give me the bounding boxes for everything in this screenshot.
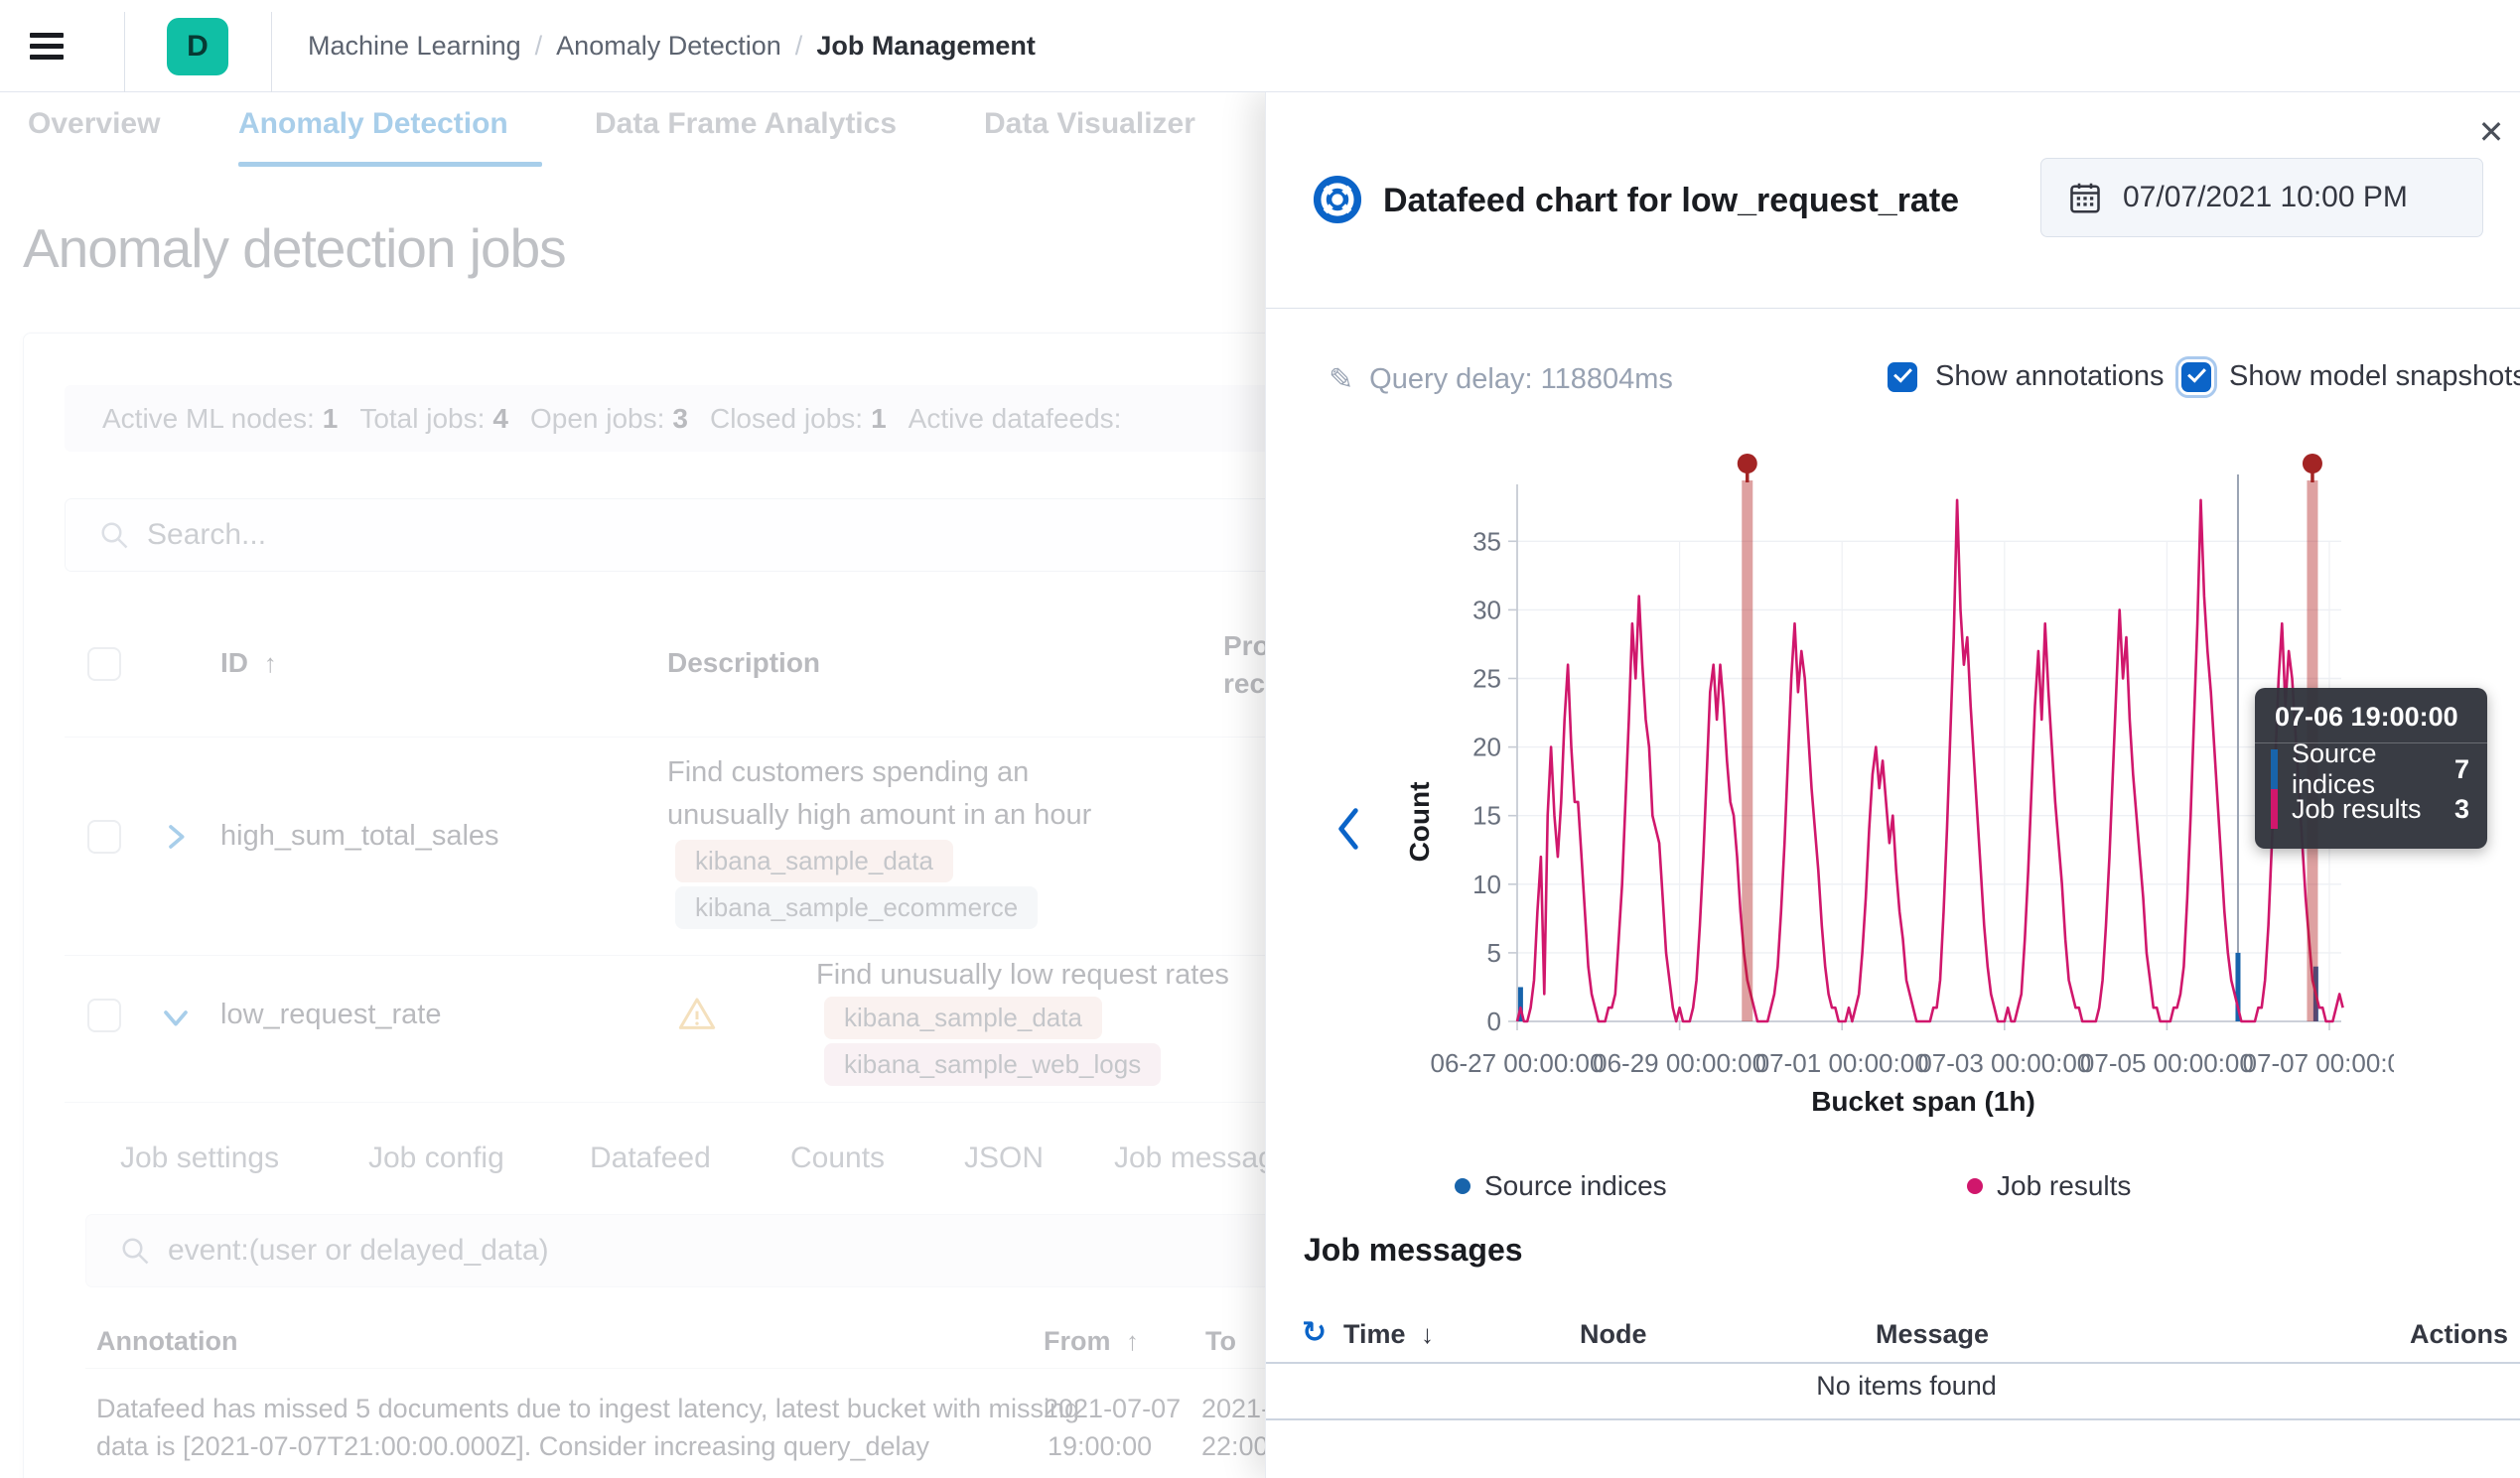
svg-text:30: 30: [1472, 595, 1501, 624]
job-messages-heading: Job messages: [1304, 1232, 1523, 1269]
tooltip-series-label: Source indices: [2292, 739, 2454, 800]
chart-tooltip: 07-06 19:00:00 Source indices 7 Job resu…: [2255, 688, 2487, 849]
tooltip-timestamp: 07-06 19:00:00: [2255, 688, 2487, 742]
tooltip-series-label: Job results: [2292, 794, 2454, 825]
checkbox-label: Show model snapshots: [2229, 360, 2520, 393]
svg-text:07-07 00:00:00: 07-07 00:00:00: [2243, 1048, 2394, 1078]
table-divider: [1266, 1362, 2520, 1364]
checkbox-label: Show annotations: [1935, 360, 2165, 393]
tooltip-series-value: 7: [2454, 754, 2469, 785]
tooltip-row: Source indices 7: [2255, 749, 2487, 789]
calendar-icon: [2067, 180, 2103, 215]
legend-label: Source indices: [1484, 1170, 1667, 1202]
breadcrumb-separator: /: [795, 31, 803, 62]
svg-text:15: 15: [1472, 801, 1501, 831]
breadcrumb: Machine Learning / Anomaly Detection / J…: [308, 0, 1036, 92]
legend-source-indices[interactable]: Source indices: [1455, 1170, 1667, 1202]
header-divider: [124, 12, 125, 92]
menu-icon[interactable]: [30, 33, 64, 61]
svg-text:07-03 00:00:00: 07-03 00:00:00: [1917, 1048, 2091, 1078]
datafeed-chart-flyout: ✕ Datafeed chart for low_request_rate 07…: [1265, 92, 2520, 1478]
svg-text:35: 35: [1472, 526, 1501, 556]
datafeed-chart[interactable]: 0 5 10 15 20 25 30 35 06-27 00:00:0006-29 00:00:…: [1391, 445, 2394, 1120]
table-divider: [1266, 1418, 2520, 1420]
legend-job-results[interactable]: Job results: [1967, 1170, 2131, 1202]
column-header-message: Message: [1876, 1319, 1989, 1350]
tooltip-series-value: 3: [2454, 794, 2469, 825]
svg-text:5: 5: [1487, 938, 1501, 968]
refresh-icon[interactable]: ↻: [1302, 1315, 1327, 1350]
date-picker-button[interactable]: 07/07/2021 10:00 PM: [2040, 158, 2483, 237]
legend-dot: [1967, 1178, 1983, 1194]
legend-label: Job results: [1997, 1170, 2131, 1202]
svg-text:Bucket span (1h): Bucket span (1h): [1811, 1086, 2035, 1117]
show-model-snapshots-checkbox[interactable]: Show model snapshots: [2181, 360, 2520, 393]
series-swatch: [2271, 749, 2278, 789]
space-avatar[interactable]: D: [167, 18, 228, 75]
no-items-found-text: No items found: [1304, 1371, 2509, 1402]
tooltip-row: Job results 3: [2255, 789, 2487, 829]
breadcrumb-machine-learning[interactable]: Machine Learning: [308, 31, 521, 62]
breadcrumb-anomaly-detection[interactable]: Anomaly Detection: [556, 31, 781, 62]
checkbox-checked-icon[interactable]: [2181, 362, 2211, 392]
close-icon[interactable]: ✕: [2469, 110, 2513, 154]
svg-text:07-01 00:00:00: 07-01 00:00:00: [1755, 1048, 1929, 1078]
column-header-time[interactable]: Time ↓: [1343, 1319, 1434, 1350]
checkbox-checked-icon[interactable]: [1888, 362, 1917, 392]
datafeed-chart-icon: [1312, 174, 1363, 225]
svg-text:0: 0: [1487, 1007, 1501, 1036]
flyout-header-divider: [1266, 308, 2520, 309]
svg-text:Count: Count: [1404, 782, 1435, 863]
svg-text:06-27 00:00:00: 06-27 00:00:00: [1431, 1048, 1605, 1078]
svg-text:25: 25: [1472, 664, 1501, 694]
show-annotations-checkbox[interactable]: Show annotations: [1888, 360, 2165, 393]
date-picker-value: 07/07/2021 10:00 PM: [2123, 181, 2408, 214]
flyout-title: Datafeed chart for low_request_rate: [1383, 182, 1959, 220]
column-header-node: Node: [1580, 1319, 1647, 1350]
svg-text:06-29 00:00:00: 06-29 00:00:00: [1593, 1048, 1766, 1078]
series-swatch: [2271, 789, 2278, 829]
query-delay[interactable]: ✎ Query delay: 118804ms: [1329, 362, 1673, 397]
svg-text:20: 20: [1472, 733, 1501, 762]
svg-text:07-05 00:00:00: 07-05 00:00:00: [2080, 1048, 2254, 1078]
column-header-actions: Actions: [2410, 1319, 2508, 1350]
query-delay-text: Query delay: 118804ms: [1369, 363, 1673, 396]
edit-icon: ✎: [1329, 362, 1353, 397]
legend-dot: [1455, 1178, 1470, 1194]
header-divider: [271, 12, 272, 92]
breadcrumb-job-management: Job Management: [816, 31, 1036, 62]
sort-desc-icon: ↓: [1421, 1319, 1434, 1349]
top-header: D Machine Learning / Anomaly Detection /…: [0, 0, 2520, 92]
chevron-left-icon[interactable]: [1324, 799, 1373, 859]
breadcrumb-separator: /: [535, 31, 543, 62]
svg-text:10: 10: [1472, 870, 1501, 899]
